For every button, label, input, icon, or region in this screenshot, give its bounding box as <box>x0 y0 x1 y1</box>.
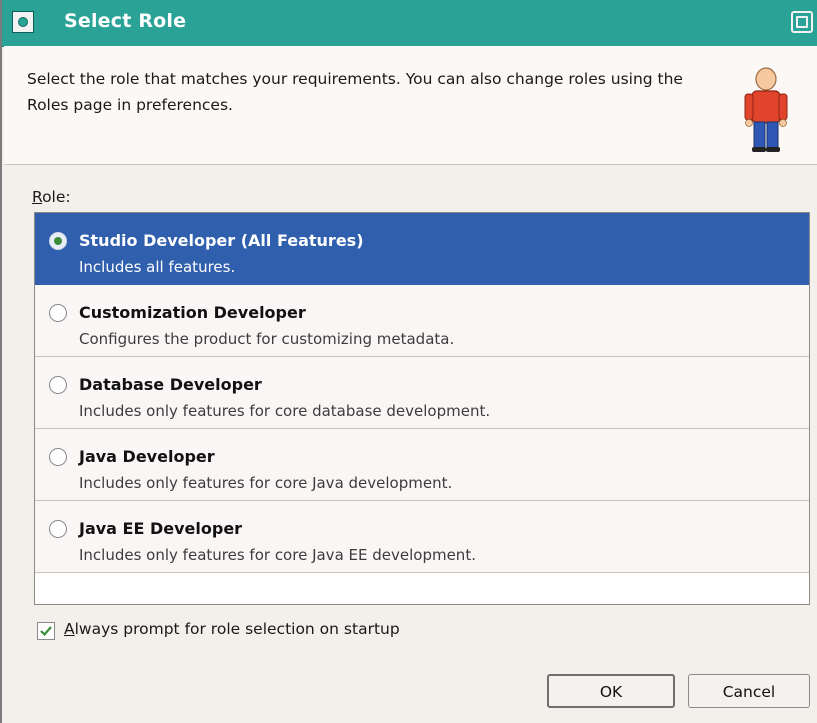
select-role-dialog: Select Role Select the role that matches… <box>0 0 817 723</box>
startup-prompt-checkbox[interactable] <box>37 622 55 640</box>
radio-button[interactable] <box>49 448 67 466</box>
role-item-studio-developer[interactable]: Studio Developer (All Features) Includes… <box>35 213 809 285</box>
role-description: Configures the product for customizing m… <box>79 330 455 348</box>
title-bar[interactable]: Select Role <box>2 0 817 47</box>
role-name: Studio Developer (All Features) <box>79 231 364 250</box>
startup-prompt-label[interactable]: Always prompt for role selection on star… <box>64 620 400 638</box>
role-description: Includes all features. <box>79 258 236 276</box>
dialog-title: Select Role <box>64 10 187 32</box>
window-menu-icon[interactable] <box>12 11 34 33</box>
role-label-mnemonic: R <box>32 188 43 206</box>
radio-button-selected[interactable] <box>49 232 67 250</box>
person-icon <box>744 67 788 152</box>
maximize-icon[interactable] <box>791 11 813 33</box>
role-name: Java EE Developer <box>79 519 243 538</box>
role-description: Includes only features for core Java dev… <box>79 474 453 492</box>
role-name: Customization Developer <box>79 303 306 322</box>
role-list[interactable]: Studio Developer (All Features) Includes… <box>34 212 810 605</box>
radio-button[interactable] <box>49 376 67 394</box>
cancel-button[interactable]: Cancel <box>688 674 810 708</box>
role-item-java-developer[interactable]: Java Developer Includes only features fo… <box>35 429 809 501</box>
role-name: Java Developer <box>79 447 215 466</box>
role-label-text: ole: <box>42 188 71 206</box>
startup-prompt-mnemonic: A <box>64 620 75 638</box>
checkmark-icon <box>40 626 52 637</box>
header-panel: Select the role that matches your requir… <box>4 46 817 165</box>
radio-button[interactable] <box>49 520 67 538</box>
startup-prompt-text: lways prompt for role selection on start… <box>74 620 400 638</box>
role-name: Database Developer <box>79 375 262 394</box>
header-description: Select the role that matches your requir… <box>27 70 683 114</box>
role-description: Includes only features for core database… <box>79 402 491 420</box>
role-item-database-developer[interactable]: Database Developer Includes only feature… <box>35 357 809 429</box>
radio-button[interactable] <box>49 304 67 322</box>
role-description: Includes only features for core Java EE … <box>79 546 476 564</box>
role-item-java-ee-developer[interactable]: Java EE Developer Includes only features… <box>35 501 809 573</box>
role-item-customization-developer[interactable]: Customization Developer Configures the p… <box>35 285 809 357</box>
ok-button[interactable]: OK <box>547 674 675 708</box>
role-label: Role: <box>32 188 71 206</box>
